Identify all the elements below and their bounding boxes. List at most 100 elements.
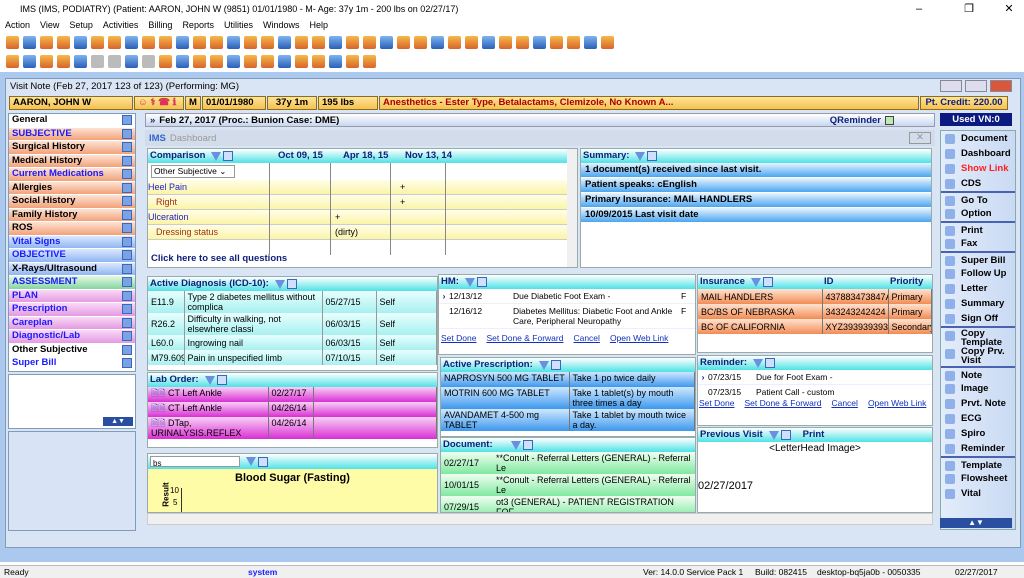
toolbar-button-icon[interactable] [74,36,87,49]
sidebar-image-button[interactable]: Image [941,381,1015,396]
toolbar-button-icon[interactable] [142,36,155,49]
table-row[interactable]: M79.609 Pain in unspecified limb 07/10/15 S… [148,350,437,365]
sidebar-item-general[interactable]: General [9,114,135,128]
sidebar-copy-template-button[interactable]: Copy Template [941,326,1015,347]
expand-icon[interactable] [286,279,297,289]
sidebar-item-super-bill[interactable]: Super Bill [9,357,135,371]
expand-icon[interactable] [764,358,775,368]
expand-icon[interactable] [476,277,487,287]
comparison-row[interactable]: Heel Pain + [148,180,577,195]
toolbar-button-icon[interactable] [244,55,257,68]
sidebar-spiro-button[interactable]: Spiro [941,426,1015,441]
edit-note-icon[interactable] [122,155,132,166]
expand-icon[interactable] [550,360,561,370]
toolbar-button-icon[interactable] [159,36,172,49]
lab-order-row[interactable]: 🗎🗎 DTap, URINALYSIS.REFLEX 04/26/14 [148,417,437,439]
edit-note-icon[interactable] [122,196,132,206]
toolbar-button-icon[interactable] [142,55,155,68]
see-all-questions-link[interactable]: Click here to see all questions [151,253,287,264]
toolbar-button-icon[interactable] [346,36,359,49]
toolbar-button-icon[interactable] [23,36,36,49]
menu-setup[interactable]: Setup [69,20,93,30]
menu-help[interactable]: Help [309,20,328,30]
set-done-link[interactable]: Set Done [441,333,476,343]
toolbar-button-icon[interactable] [40,55,53,68]
sidebar-item-other-subjective[interactable]: Other Subjective [9,343,135,357]
sidebar-item-objective[interactable]: OBJECTIVE [9,249,135,263]
table-row[interactable]: MAIL HANDLERS 437883473847A Primary [698,289,932,304]
toolbar-button-icon[interactable] [244,36,257,49]
filter-icon[interactable] [246,457,256,466]
edit-note-icon[interactable] [122,317,132,328]
toolbar-button-icon[interactable] [6,36,19,49]
sidebar-vital-button[interactable]: Vital [941,486,1015,501]
filter-icon[interactable] [750,277,761,287]
chart-dropdown[interactable]: bs [150,456,240,468]
comparison-row[interactable]: Dressing status (dirty) [148,225,577,240]
filter-icon[interactable] [752,358,763,368]
toolbar-button-icon[interactable] [176,55,189,68]
toolbar-button-icon[interactable] [193,55,206,68]
toolbar-button-icon[interactable] [312,55,325,68]
expand-icon[interactable] [780,430,791,440]
toolbar-button-icon[interactable] [295,36,308,49]
toolbar-button-icon[interactable] [108,55,121,68]
toolbar-button-icon[interactable] [550,36,563,49]
filter-icon[interactable] [510,440,521,450]
comparison-row[interactable]: Right + [148,195,577,210]
menu-windows[interactable]: Windows [263,20,300,30]
toolbar-button-icon[interactable] [584,36,597,49]
list-item[interactable]: › 12/13/12 Due Diabetic Foot Exam - F [439,289,695,304]
toolbar-button-icon[interactable] [57,55,70,68]
filter-icon[interactable] [768,430,779,440]
summary-row[interactable]: 10/09/2015 Last visit date [581,208,931,223]
filter-icon[interactable] [464,277,475,287]
filter-icon[interactable] [204,375,215,385]
table-row[interactable]: NAPROSYN 500 MG TABLET Take 1 po twice da… [441,372,695,387]
sidebar-option-button[interactable]: Option [941,206,1015,221]
toolbar-button-icon[interactable] [91,36,104,49]
collapse-icon[interactable]: » [150,115,155,126]
table-row[interactable]: BC/BS OF NEBRASKA 343243242424 Primary [698,304,932,319]
maximize-button[interactable]: ❐ [954,0,984,18]
toolbar-button-icon[interactable] [499,36,512,49]
set-done-forward-link[interactable]: Set Done & Forward [744,398,821,408]
toolbar-button-icon[interactable] [516,36,529,49]
sidebar-show-link-button[interactable]: Show Link [941,161,1015,176]
edit-note-icon[interactable] [122,209,132,220]
sidebar-fax-button[interactable]: Fax [941,236,1015,251]
sidebar-prvt-note-button[interactable]: Prvt. Note [941,396,1015,411]
toolbar-button-icon[interactable] [261,55,274,68]
toolbar-button-icon[interactable] [74,55,87,68]
edit-note-icon[interactable] [122,128,132,139]
expand-icon[interactable] [216,375,227,385]
toolbar-button-icon[interactable] [295,55,308,68]
sidebar-cds-button[interactable]: CDS [941,176,1015,191]
sidebar-template-button[interactable]: Template [941,456,1015,471]
toolbar-button-icon[interactable] [465,36,478,49]
toolbar-button-icon[interactable] [23,55,36,68]
sidebar-summary-button[interactable]: Summary [941,296,1015,311]
toolbar-button-icon[interactable] [227,36,240,49]
expand-icon[interactable] [223,151,234,161]
expand-icon[interactable] [258,456,268,467]
table-row[interactable]: E11.9 Type 2 diabetes mellitus without co… [148,291,437,313]
table-row[interactable]: L60.0 Ingrowing nail 06/03/15 Self [148,335,437,350]
close-button[interactable]: ✕ [994,0,1024,18]
sidebar-item-careplan[interactable]: Careplan [9,316,135,330]
expand-icon[interactable] [522,440,533,450]
toolbar-button-icon[interactable] [380,36,393,49]
sidebar-ecg-button[interactable]: ECG [941,411,1015,426]
comparison-dropdown[interactable]: Other Subjective ⌄ [151,165,235,178]
toolbar-button-icon[interactable] [482,36,495,49]
toolbar-button-icon[interactable] [210,55,223,68]
horizontal-scrollbar[interactable] [147,513,933,525]
edit-note-icon[interactable] [122,304,132,314]
table-row[interactable]: 10/01/15 **Conult - Referral Letters (GEN… [441,474,695,496]
comparison-scrollbar[interactable] [567,149,577,267]
toolbar-button-icon[interactable] [176,36,189,49]
toolbar-button-icon[interactable] [329,55,342,68]
edit-note-icon[interactable] [122,250,132,260]
vn-close-button[interactable] [990,80,1012,92]
toolbar-button-icon[interactable] [40,36,53,49]
